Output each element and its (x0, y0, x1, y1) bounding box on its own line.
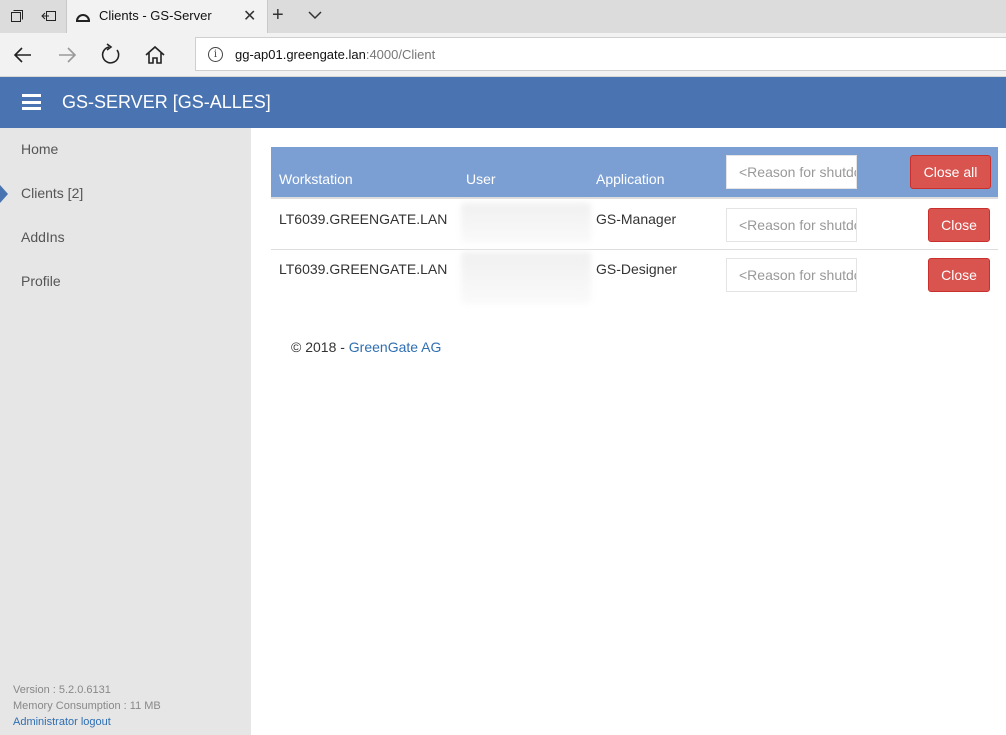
copyright-text: © 2018 - (291, 339, 345, 355)
table-row: LT6039.GREENGATE.LAN GS-Designer <Reason… (271, 249, 998, 304)
application-cell: GS-Manager (596, 211, 677, 227)
footer: © 2018 - GreenGate AG (291, 339, 441, 355)
tab-manager-icon[interactable] (7, 6, 27, 26)
hamburger-menu-icon[interactable] (22, 94, 41, 110)
sidebar-item-home[interactable]: Home (21, 141, 58, 157)
tab-title: Clients - GS-Server (99, 8, 212, 23)
close-all-button[interactable]: Close all (910, 155, 991, 189)
company-link[interactable]: GreenGate AG (349, 339, 442, 355)
reason-input-all[interactable]: <Reason for shutdown> (726, 155, 857, 189)
main-content: Workstation User Application <Reason for… (251, 128, 1006, 735)
new-tab-icon[interactable]: + (272, 4, 284, 27)
refresh-icon[interactable] (98, 43, 124, 67)
redacted-user-cell (461, 203, 591, 243)
administrator-logout-link[interactable]: Administrator logout (13, 716, 111, 728)
tab-close-icon[interactable]: ✕ (243, 6, 256, 26)
workstation-cell: LT6039.GREENGATE.LAN (279, 211, 448, 227)
site-favicon-icon (76, 14, 90, 22)
table-header: Workstation User Application <Reason for… (271, 147, 998, 197)
back-arrow-icon[interactable] (10, 43, 36, 67)
active-item-marker (0, 185, 8, 203)
redacted-user-cell (461, 252, 591, 304)
app-title: GS-SERVER [GS-ALLES] (62, 92, 271, 112)
set-tabs-aside-icon[interactable] (39, 6, 59, 26)
column-header-application: Application (596, 171, 665, 187)
reason-input[interactable]: <Reason for shutdown> (726, 208, 857, 242)
column-header-user: User (466, 171, 496, 187)
table-row: LT6039.GREENGATE.LAN GS-Manager <Reason … (271, 197, 998, 248)
browser-tab-active[interactable]: Clients - GS-Server ✕ (66, 0, 268, 33)
forward-arrow-icon[interactable] (54, 43, 80, 67)
version-text: Version : 5.2.0.6131 (13, 684, 111, 696)
address-url: gg-ap01.greengate.lan:4000/Client (235, 47, 436, 62)
close-button[interactable]: Close (928, 208, 990, 242)
sidebar-item-clients[interactable]: Clients [2] (21, 185, 83, 201)
browser-navigation-bar: i gg-ap01.greengate.lan:4000/Client (0, 33, 1006, 77)
home-icon[interactable] (142, 43, 168, 67)
app-header: GS-SERVER [GS-ALLES] (0, 77, 1006, 128)
sidebar-item-addins[interactable]: AddIns (21, 229, 65, 245)
site-info-icon[interactable]: i (208, 47, 223, 62)
address-bar[interactable]: i gg-ap01.greengate.lan:4000/Client (195, 37, 1006, 71)
tab-list-chevron-down-icon[interactable] (305, 5, 325, 25)
memory-consumption-text: Memory Consumption : 11 MB (13, 700, 161, 712)
column-header-workstation: Workstation (279, 171, 353, 187)
sidebar-item-profile[interactable]: Profile (21, 273, 61, 289)
application-cell: GS-Designer (596, 261, 677, 277)
close-button[interactable]: Close (928, 258, 990, 292)
browser-tab-strip: Clients - GS-Server ✕ + (0, 0, 1006, 33)
workstation-cell: LT6039.GREENGATE.LAN (279, 261, 448, 277)
sidebar: Home Clients [2] AddIns Profile Version … (0, 128, 251, 735)
reason-input[interactable]: <Reason for shutdown> (726, 258, 857, 292)
